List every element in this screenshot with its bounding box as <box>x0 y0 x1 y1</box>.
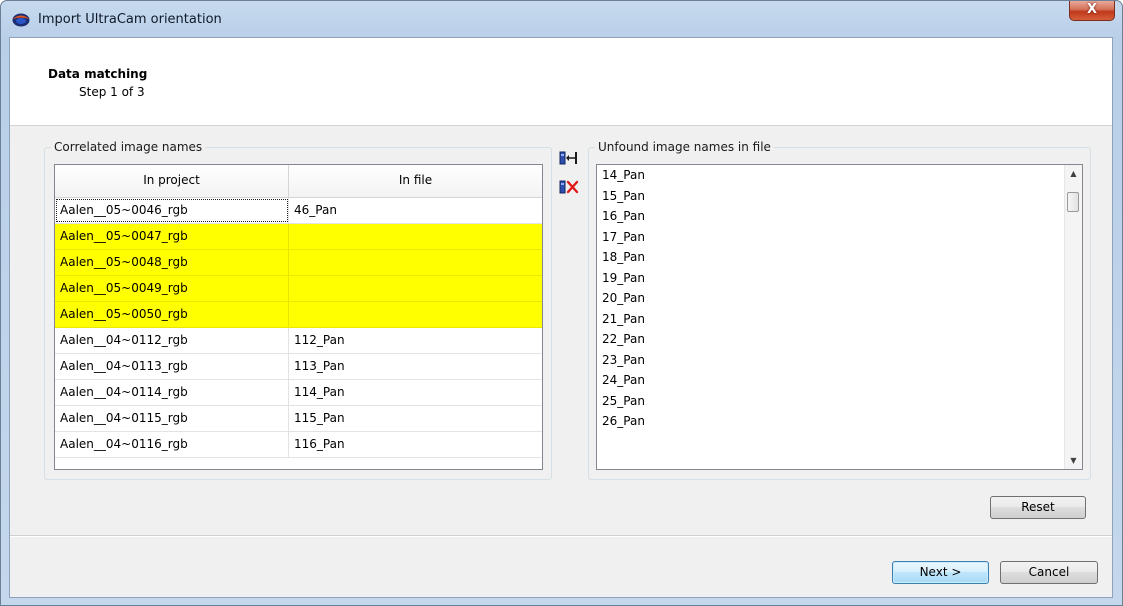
scroll-thumb[interactable] <box>1067 192 1079 212</box>
dialog-body: Data matching Step 1 of 3 Correlated ima… <box>9 37 1113 598</box>
column-header-in-file[interactable]: In file <box>289 165 542 197</box>
cancel-button[interactable]: Cancel <box>1000 561 1098 584</box>
list-item[interactable]: 25_Pan <box>597 391 1065 412</box>
close-button[interactable]: X <box>1069 1 1115 21</box>
list-item[interactable]: 15_Pan <box>597 186 1065 207</box>
window-title: Import UltraCam orientation <box>38 12 222 27</box>
table-row[interactable]: Aalen__04~0116_rgb 116_Pan <box>55 432 542 458</box>
list-item[interactable]: 24_Pan <box>597 370 1065 391</box>
app-logo-icon <box>12 13 30 27</box>
unfound-list-items: 14_Pan 15_Pan 16_Pan 17_Pan 18_Pan 19_Pa… <box>597 165 1065 432</box>
correlated-group-label: Correlated image names <box>54 140 203 154</box>
cell-in-file[interactable] <box>289 224 542 249</box>
cell-in-file[interactable]: 113_Pan <box>289 354 542 379</box>
cell-in-file[interactable]: 114_Pan <box>289 380 542 405</box>
cell-in-project[interactable]: Aalen__05~0048_rgb <box>55 250 289 275</box>
close-icon: X <box>1086 2 1098 17</box>
step-title: Data matching <box>48 67 148 81</box>
cell-in-file[interactable]: 116_Pan <box>289 432 542 457</box>
cell-in-project[interactable]: Aalen__05~0050_rgb <box>55 302 289 327</box>
table-row[interactable]: Aalen__05~0049_rgb <box>55 276 542 302</box>
cell-in-project[interactable]: Aalen__04~0115_rgb <box>55 406 289 431</box>
vertical-scrollbar[interactable]: ▲ ▼ <box>1064 165 1082 469</box>
cell-in-file[interactable]: 112_Pan <box>289 328 542 353</box>
column-header-in-project[interactable]: In project <box>55 165 289 197</box>
cell-in-project[interactable]: Aalen__05~0046_rgb <box>55 198 289 223</box>
reset-button[interactable]: Reset <box>990 496 1086 519</box>
scroll-down-arrow-icon[interactable]: ▼ <box>1065 452 1082 469</box>
table-header: In project In file <box>55 165 542 198</box>
cell-in-project[interactable]: Aalen__04~0112_rgb <box>55 328 289 353</box>
table-row[interactable]: Aalen__04~0114_rgb 114_Pan <box>55 380 542 406</box>
list-item[interactable]: 20_Pan <box>597 288 1065 309</box>
list-item[interactable]: 18_Pan <box>597 247 1065 268</box>
footer-divider <box>10 535 1112 537</box>
step-subtitle: Step 1 of 3 <box>79 85 145 99</box>
list-item[interactable]: 14_Pan <box>597 165 1065 186</box>
cell-in-project[interactable]: Aalen__05~0047_rgb <box>55 224 289 249</box>
cell-in-project[interactable]: Aalen__04~0114_rgb <box>55 380 289 405</box>
list-item[interactable]: 23_Pan <box>597 350 1065 371</box>
title-bar: Import UltraCam orientation X <box>1 1 1122 37</box>
table-row[interactable]: Aalen__05~0048_rgb <box>55 250 542 276</box>
cell-in-project[interactable]: Aalen__04~0116_rgb <box>55 432 289 457</box>
table-row[interactable]: Aalen__04~0113_rgb 113_Pan <box>55 354 542 380</box>
match-button[interactable] <box>558 147 580 169</box>
list-item[interactable]: 26_Pan <box>597 411 1065 432</box>
table-row[interactable]: Aalen__05~0046_rgb 46_Pan <box>55 198 542 224</box>
next-button[interactable]: Next > <box>892 561 989 584</box>
cell-in-project[interactable]: Aalen__05~0049_rgb <box>55 276 289 301</box>
unfound-group-label: Unfound image names in file <box>598 140 771 154</box>
cell-in-file[interactable] <box>289 276 542 301</box>
list-item[interactable]: 16_Pan <box>597 206 1065 227</box>
cell-in-project[interactable]: Aalen__04~0113_rgb <box>55 354 289 379</box>
unmatch-button[interactable] <box>558 176 580 198</box>
cell-in-file[interactable]: 46_Pan <box>289 198 542 223</box>
list-item[interactable]: 19_Pan <box>597 268 1065 289</box>
list-item[interactable]: 21_Pan <box>597 309 1065 330</box>
table-row[interactable]: Aalen__04~0115_rgb 115_Pan <box>55 406 542 432</box>
table-body: Aalen__05~0046_rgb 46_Pan Aalen__05~0047… <box>55 198 542 458</box>
table-row[interactable]: Aalen__05~0047_rgb <box>55 224 542 250</box>
correlated-names-table[interactable]: In project In file Aalen__05~0046_rgb 46… <box>54 164 543 470</box>
unfound-names-list[interactable]: 14_Pan 15_Pan 16_Pan 17_Pan 18_Pan 19_Pa… <box>596 164 1083 470</box>
cell-in-file[interactable] <box>289 302 542 327</box>
cell-in-file[interactable] <box>289 250 542 275</box>
scroll-up-arrow-icon[interactable]: ▲ <box>1065 165 1082 182</box>
match-arrow-icon <box>559 151 577 165</box>
wizard-header: Data matching Step 1 of 3 <box>10 38 1112 126</box>
dialog-window: Import UltraCam orientation X Data match… <box>0 0 1123 606</box>
list-item[interactable]: 22_Pan <box>597 329 1065 350</box>
unmatch-x-icon <box>559 180 579 194</box>
table-row[interactable]: Aalen__04~0112_rgb 112_Pan <box>55 328 542 354</box>
cell-in-file[interactable]: 115_Pan <box>289 406 542 431</box>
table-row[interactable]: Aalen__05~0050_rgb <box>55 302 542 328</box>
list-item[interactable]: 17_Pan <box>597 227 1065 248</box>
